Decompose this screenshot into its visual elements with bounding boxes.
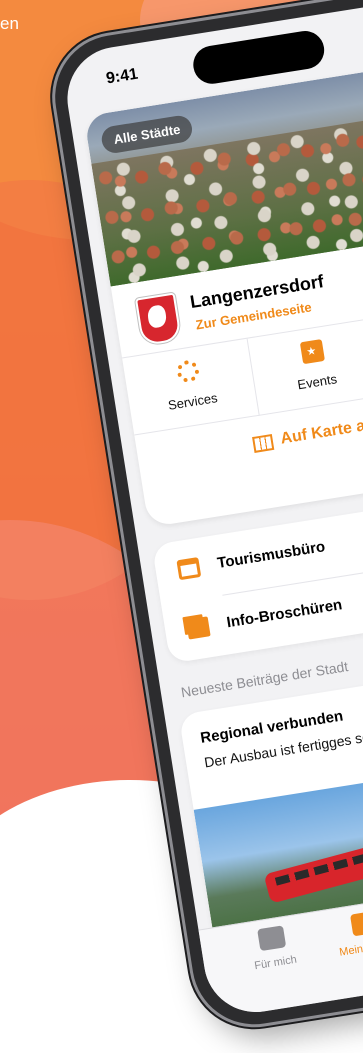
services-label: Services <box>166 390 219 413</box>
tab-label: Meine Stadt <box>338 938 363 959</box>
city-card: Alle Städte Langenzersdorf Zur Gemeindes… <box>83 57 363 528</box>
services-gear-icon <box>175 358 201 384</box>
shop-icon <box>176 557 202 581</box>
link-label: Tourismusbüro <box>216 538 327 573</box>
train-picture <box>263 830 363 904</box>
backdrop-text: en <box>0 14 19 33</box>
calendar-star-icon <box>299 339 326 365</box>
map-label: Auf Karte an <box>279 415 363 448</box>
document-icon <box>185 616 211 640</box>
coat-of-arms-icon <box>134 292 182 347</box>
all-cities-button[interactable]: Alle Städte <box>99 113 195 155</box>
dynamic-island <box>190 28 327 87</box>
tab-my-city[interactable]: Meine Stadt <box>308 904 363 963</box>
link-label: Info-Broschüren <box>225 596 344 632</box>
heart-box-icon <box>257 925 287 952</box>
status-time: 9:41 <box>104 65 140 88</box>
map-icon <box>252 434 275 453</box>
city-buildings-icon <box>349 910 363 937</box>
events-label: Events <box>296 371 338 393</box>
